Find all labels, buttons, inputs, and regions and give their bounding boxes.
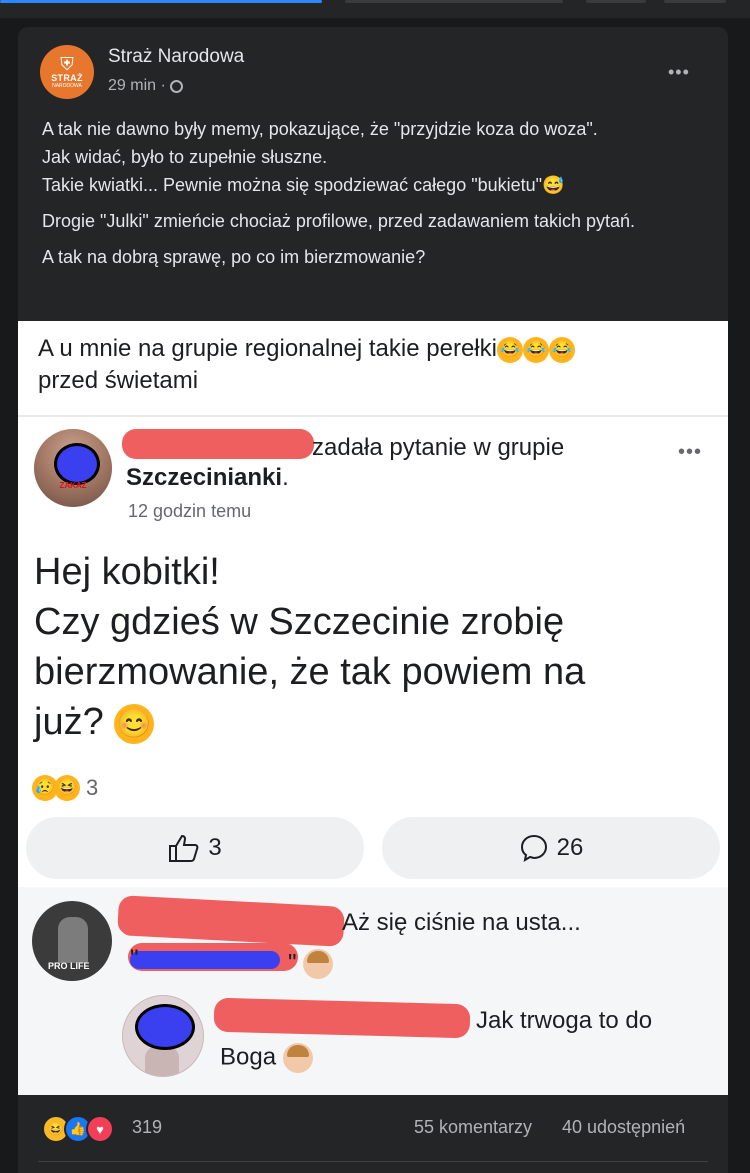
red-redaction-mark <box>213 997 471 1039</box>
haha-icon: 😆 <box>54 775 80 801</box>
post-meta: 29 min · <box>108 77 183 95</box>
inner-comments: PRO LIFE Aż się ciśnie na usta... " " Ja… <box>18 887 728 1095</box>
thumbs-up-icon <box>168 833 200 863</box>
top-bar-tab-2 <box>345 0 563 3</box>
avatar-label: PRO LIFE <box>48 961 90 971</box>
caption-line-1: A u mnie na grupie regionalnej takie per… <box>38 335 497 362</box>
caption-line-2: przed świetami <box>38 367 199 394</box>
question-line-3: bierzmowanie, że tak powiem na <box>34 651 586 693</box>
browser-top-bar <box>0 0 750 18</box>
shrug-emoji-icon <box>282 1043 313 1073</box>
screenshot-caption: A u mnie na grupie regionalnej takie per… <box>38 333 698 397</box>
screenshot-divider <box>18 415 728 417</box>
post-line-3: Takie kwiatki... Pewnie można się spodzi… <box>42 175 565 195</box>
globe-icon <box>169 79 183 93</box>
post-paragraph: A tak nie dawno były memy, pokazujące, ż… <box>42 115 712 199</box>
post-line-4: Drogie "Julki" zmieńcie chociaż profilow… <box>42 211 636 231</box>
laughing-emoji-icon: 😂 <box>522 336 549 363</box>
post-line-2: Jak widać, było to zupełnie słuszne. <box>42 147 328 167</box>
top-bar-tab-3 <box>586 0 646 3</box>
footer-divider <box>38 1161 708 1162</box>
post-card: ⛨ STRAŻ NARODOWA Straż Narodowa 29 min ·… <box>18 27 728 1173</box>
page-avatar[interactable]: ⛨ STRAŻ NARODOWA <box>40 45 94 99</box>
avatar-body <box>145 1046 179 1076</box>
inner-post-question: Hej kobitki! Czy gdzieś w Szczecinie zro… <box>34 547 694 747</box>
inner-more-icon: ••• <box>678 441 703 463</box>
top-bar-tab-4 <box>664 0 726 3</box>
commenter-2-avatar <box>122 995 204 1077</box>
comment-2-line-2: Boga <box>220 1043 313 1073</box>
inner-comment-count: 26 <box>556 834 584 861</box>
comment-1-quote-close: " <box>288 949 297 977</box>
post-time-link[interactable]: 29 min · <box>108 77 166 95</box>
inner-post-header: zadała pytanie w grupie Szczecinianki. <box>126 433 686 493</box>
top-bar-highlight <box>0 0 322 3</box>
post-body: A tak nie dawno były memy, pokazujące, ż… <box>42 115 712 279</box>
question-line-1: Hej kobitki! <box>34 551 220 593</box>
blue-redaction-mark <box>54 443 100 485</box>
shrug-emoji-icon <box>303 949 334 979</box>
avatar-stamp-text: ZAKAZ <box>59 481 87 490</box>
comment-1-quote-open: " <box>130 945 139 972</box>
inner-post-time: 12 godzin temu <box>128 501 252 521</box>
comment-2-text: Jak trwoga to do <box>476 1007 653 1034</box>
inner-post-avatar: ZAKAZ <box>34 429 112 507</box>
comment-1-text: Aż się ciśnie na usta... <box>342 909 581 936</box>
avatar-brand-subtext: NARODOWA <box>52 83 82 89</box>
inner-comment-button: 26 <box>382 817 720 879</box>
shield-logo-icon: ⛨ <box>60 54 74 74</box>
avatar-figure <box>58 917 88 963</box>
blue-redaction-mark <box>135 1004 195 1050</box>
inner-reaction-count: 3 <box>86 775 99 800</box>
post-footer: 😆 👍 ♥ 319 55 komentarzy 40 udostępnień <box>18 1095 728 1173</box>
laughing-emoji-icon: 😂 <box>548 336 575 363</box>
page-name-link[interactable]: Straż Narodowa <box>108 46 244 68</box>
group-name: Szczecinianki <box>126 464 283 491</box>
avatar-brand-text: STRAŻ <box>51 73 83 83</box>
question-line-2: Czy gdzieś w Szczecinie zrobię <box>34 601 565 643</box>
laughing-emoji-icon: 😂 <box>496 336 523 363</box>
shares-count-link[interactable]: 40 udostępnień <box>562 1117 685 1138</box>
comment-1-line-2: " <box>288 949 334 979</box>
blue-redaction-mark <box>130 951 280 969</box>
inner-like-count: 3 <box>208 834 222 861</box>
smile-emoji-icon: 😊 <box>114 703 155 744</box>
inner-post-action: zadała pytanie w grupie <box>312 434 565 461</box>
embedded-screenshot[interactable]: A u mnie na grupie regionalnej takie per… <box>18 321 728 1095</box>
comment-bubble-icon <box>519 833 549 863</box>
reaction-count[interactable]: 319 <box>132 1117 162 1138</box>
red-redaction-mark <box>117 895 345 947</box>
question-line-4: już? <box>34 701 104 743</box>
reaction-icons[interactable]: 😆 👍 ♥ <box>42 1115 114 1143</box>
commenter-1-avatar: PRO LIFE <box>32 901 112 981</box>
more-options-icon[interactable]: ••• <box>668 62 690 83</box>
post-line-5: A tak na dobrą sprawę, po co im bierzmow… <box>42 247 426 267</box>
post-line-1: A tak nie dawno były memy, pokazujące, ż… <box>42 119 598 139</box>
inner-reactions: 😥 😆 3 <box>32 775 98 801</box>
comments-count-link[interactable]: 55 komentarzy <box>414 1117 532 1138</box>
comment-2-word: Boga <box>220 1043 277 1071</box>
inner-like-button: 3 <box>26 817 364 879</box>
group-suffix: . <box>282 464 289 491</box>
love-icon: ♥ <box>86 1115 114 1143</box>
